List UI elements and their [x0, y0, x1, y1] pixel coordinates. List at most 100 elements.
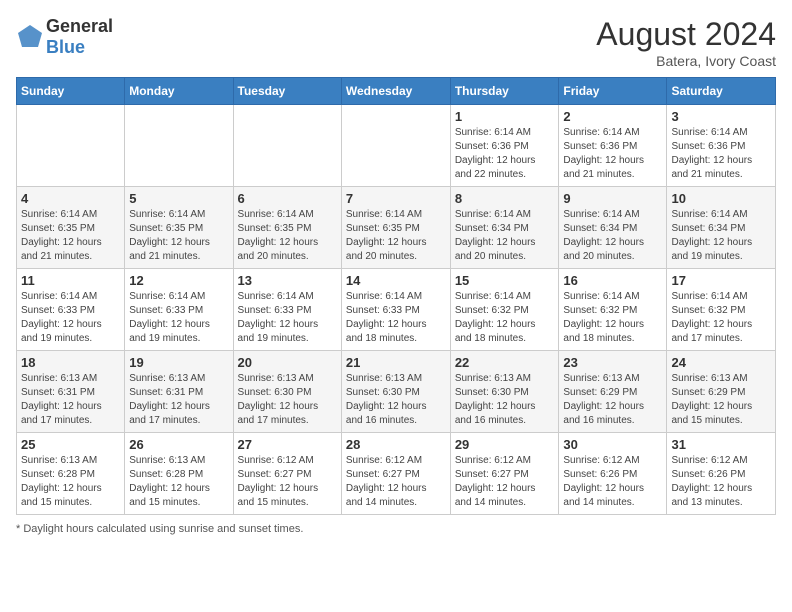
day-info: Sunrise: 6:12 AM Sunset: 6:26 PM Dayligh… [563, 454, 662, 510]
calendar-day-cell: 19 Sunrise: 6:13 AM Sunset: 6:31 PM Dayli… [125, 351, 233, 433]
day-number: 21 [346, 355, 446, 370]
day-info: Sunrise: 6:13 AM Sunset: 6:31 PM Dayligh… [129, 372, 228, 428]
day-info: Sunrise: 6:14 AM Sunset: 6:36 PM Dayligh… [671, 126, 771, 182]
calendar-day-cell: 6Sunrise: 6:14 AM Sunset: 6:35 PM Daylig… [233, 187, 341, 269]
day-info: Sunrise: 6:14 AM Sunset: 6:35 PM Dayligh… [346, 208, 446, 264]
calendar-day-cell: 17Sunrise: 6:14 AM Sunset: 6:32 PM Dayli… [667, 269, 776, 351]
logo-blue: Blue [46, 37, 85, 57]
logo-icon [16, 23, 44, 51]
calendar-day-cell: 5Sunrise: 6:14 AM Sunset: 6:35 PM Daylig… [125, 187, 233, 269]
day-number: 20 [238, 355, 337, 370]
calendar-day-header: Saturday [667, 78, 776, 105]
calendar-day-cell: 4Sunrise: 6:14 AM Sunset: 6:35 PM Daylig… [17, 187, 125, 269]
calendar-day-cell: 15 Sunrise: 6:14 AM Sunset: 6:32 PM Dayli… [450, 269, 559, 351]
logo-general: General [46, 16, 113, 36]
day-number: 9 [563, 191, 662, 206]
day-number: 2 [563, 109, 662, 124]
subtitle: Batera, Ivory Coast [596, 53, 776, 69]
calendar-day-cell: 13 Sunrise: 6:14 AM Sunset: 6:33 PM Dayli… [233, 269, 341, 351]
day-info: Sunrise: 6:12 AM Sunset: 6:27 PM Dayligh… [346, 454, 446, 510]
day-info: Sunrise: 6:14 AM Sunset: 6:33 PM Dayligh… [346, 290, 446, 346]
day-number: 5 [129, 191, 228, 206]
calendar-day-cell: 27 Sunrise: 6:12 AM Sunset: 6:27 PM Dayli… [233, 433, 341, 515]
day-number: 10 [671, 191, 771, 206]
calendar-day-header: Monday [125, 78, 233, 105]
calendar-day-cell: 8Sunrise: 6:14 AM Sunset: 6:34 PM Daylig… [450, 187, 559, 269]
calendar-day-cell [233, 105, 341, 187]
day-info: Sunrise: 6:13 AM Sunset: 6:28 PM Dayligh… [129, 454, 228, 510]
day-info: Sunrise: 6:13 AM Sunset: 6:28 PM Dayligh… [21, 454, 120, 510]
calendar-day-cell: 29 Sunrise: 6:12 AM Sunset: 6:27 PM Dayli… [450, 433, 559, 515]
calendar-day-cell: 26 Sunrise: 6:13 AM Sunset: 6:28 PM Dayli… [125, 433, 233, 515]
day-number: 12 [129, 273, 228, 288]
day-info: Sunrise: 6:14 AM Sunset: 6:36 PM Dayligh… [455, 126, 555, 182]
calendar-day-header: Tuesday [233, 78, 341, 105]
day-number: 14 [346, 273, 446, 288]
day-info: Sunrise: 6:14 AM Sunset: 6:33 PM Dayligh… [21, 290, 120, 346]
day-number: 29 [455, 437, 555, 452]
day-number: 22 [455, 355, 555, 370]
calendar-day-cell: 18 Sunrise: 6:13 AM Sunset: 6:31 PM Dayli… [17, 351, 125, 433]
day-info: Sunrise: 6:14 AM Sunset: 6:32 PM Dayligh… [455, 290, 555, 346]
day-number: 26 [129, 437, 228, 452]
calendar-day-cell [125, 105, 233, 187]
calendar-day-cell [341, 105, 450, 187]
day-info: Sunrise: 6:13 AM Sunset: 6:29 PM Dayligh… [671, 372, 771, 428]
calendar-day-cell: 31Sunrise: 6:12 AM Sunset: 6:26 PM Dayli… [667, 433, 776, 515]
calendar-day-cell: 10Sunrise: 6:14 AM Sunset: 6:34 PM Dayli… [667, 187, 776, 269]
day-info: Sunrise: 6:13 AM Sunset: 6:30 PM Dayligh… [238, 372, 337, 428]
day-info: Sunrise: 6:14 AM Sunset: 6:33 PM Dayligh… [238, 290, 337, 346]
calendar-day-cell [17, 105, 125, 187]
day-number: 19 [129, 355, 228, 370]
calendar-day-cell: 12 Sunrise: 6:14 AM Sunset: 6:33 PM Dayli… [125, 269, 233, 351]
calendar-day-header: Wednesday [341, 78, 450, 105]
day-number: 13 [238, 273, 337, 288]
day-info: Sunrise: 6:13 AM Sunset: 6:30 PM Dayligh… [455, 372, 555, 428]
day-number: 28 [346, 437, 446, 452]
calendar-week-row: 25 Sunrise: 6:13 AM Sunset: 6:28 PM Dayli… [17, 433, 776, 515]
calendar-day-cell: 16 Sunrise: 6:14 AM Sunset: 6:32 PM Dayli… [559, 269, 667, 351]
footer-note: * Daylight hours calculated using sunris… [16, 523, 776, 535]
day-info: Sunrise: 6:14 AM Sunset: 6:36 PM Dayligh… [563, 126, 662, 182]
calendar-day-cell: 9 Sunrise: 6:14 AM Sunset: 6:34 PM Daylig… [559, 187, 667, 269]
calendar-table: SundayMondayTuesdayWednesdayThursdayFrid… [16, 77, 776, 515]
logo: General Blue [16, 16, 113, 58]
day-info: Sunrise: 6:14 AM Sunset: 6:33 PM Dayligh… [129, 290, 228, 346]
calendar-day-cell: 22 Sunrise: 6:13 AM Sunset: 6:30 PM Dayli… [450, 351, 559, 433]
day-info: Sunrise: 6:14 AM Sunset: 6:34 PM Dayligh… [563, 208, 662, 264]
day-number: 18 [21, 355, 120, 370]
calendar-week-row: 4 Sunrise: 6:14 AM Sunset: 6:35 PM Daylig… [17, 187, 776, 269]
calendar-day-header: Sunday [17, 78, 125, 105]
calendar-day-cell: 25 Sunrise: 6:13 AM Sunset: 6:28 PM Dayli… [17, 433, 125, 515]
calendar-week-row: 1Sunrise: 6:14 AM Sunset: 6:36 PM Daylig… [17, 105, 776, 187]
day-number: 17 [671, 273, 771, 288]
calendar-day-cell: 3Sunrise: 6:14 AM Sunset: 6:36 PM Daylig… [667, 105, 776, 187]
day-number: 25 [21, 437, 120, 452]
day-number: 15 [455, 273, 555, 288]
day-info: Sunrise: 6:13 AM Sunset: 6:31 PM Dayligh… [21, 372, 120, 428]
calendar-day-cell: 28 Sunrise: 6:12 AM Sunset: 6:27 PM Dayli… [341, 433, 450, 515]
day-number: 27 [238, 437, 337, 452]
title-section: August 2024 Batera, Ivory Coast [596, 16, 776, 69]
footer-note-text: Daylight hours [23, 523, 93, 535]
day-info: Sunrise: 6:12 AM Sunset: 6:27 PM Dayligh… [238, 454, 337, 510]
calendar-day-cell: 11 Sunrise: 6:14 AM Sunset: 6:33 PM Dayli… [17, 269, 125, 351]
calendar-day-cell: 24Sunrise: 6:13 AM Sunset: 6:29 PM Dayli… [667, 351, 776, 433]
calendar-header-row: SundayMondayTuesdayWednesdayThursdayFrid… [17, 78, 776, 105]
calendar-header: SundayMondayTuesdayWednesdayThursdayFrid… [17, 78, 776, 105]
calendar-day-cell: 2 Sunrise: 6:14 AM Sunset: 6:36 PM Daylig… [559, 105, 667, 187]
calendar-day-cell: 21 Sunrise: 6:13 AM Sunset: 6:30 PM Dayli… [341, 351, 450, 433]
calendar-week-row: 11 Sunrise: 6:14 AM Sunset: 6:33 PM Dayli… [17, 269, 776, 351]
day-number: 7 [346, 191, 446, 206]
day-info: Sunrise: 6:13 AM Sunset: 6:30 PM Dayligh… [346, 372, 446, 428]
day-number: 11 [21, 273, 120, 288]
calendar-day-header: Friday [559, 78, 667, 105]
calendar-day-cell: 23Sunrise: 6:13 AM Sunset: 6:29 PM Dayli… [559, 351, 667, 433]
day-info: Sunrise: 6:12 AM Sunset: 6:27 PM Dayligh… [455, 454, 555, 510]
day-info: Sunrise: 6:14 AM Sunset: 6:32 PM Dayligh… [563, 290, 662, 346]
day-number: 16 [563, 273, 662, 288]
day-number: 30 [563, 437, 662, 452]
day-info: Sunrise: 6:13 AM Sunset: 6:29 PM Dayligh… [563, 372, 662, 428]
day-number: 4 [21, 191, 120, 206]
calendar-day-header: Thursday [450, 78, 559, 105]
